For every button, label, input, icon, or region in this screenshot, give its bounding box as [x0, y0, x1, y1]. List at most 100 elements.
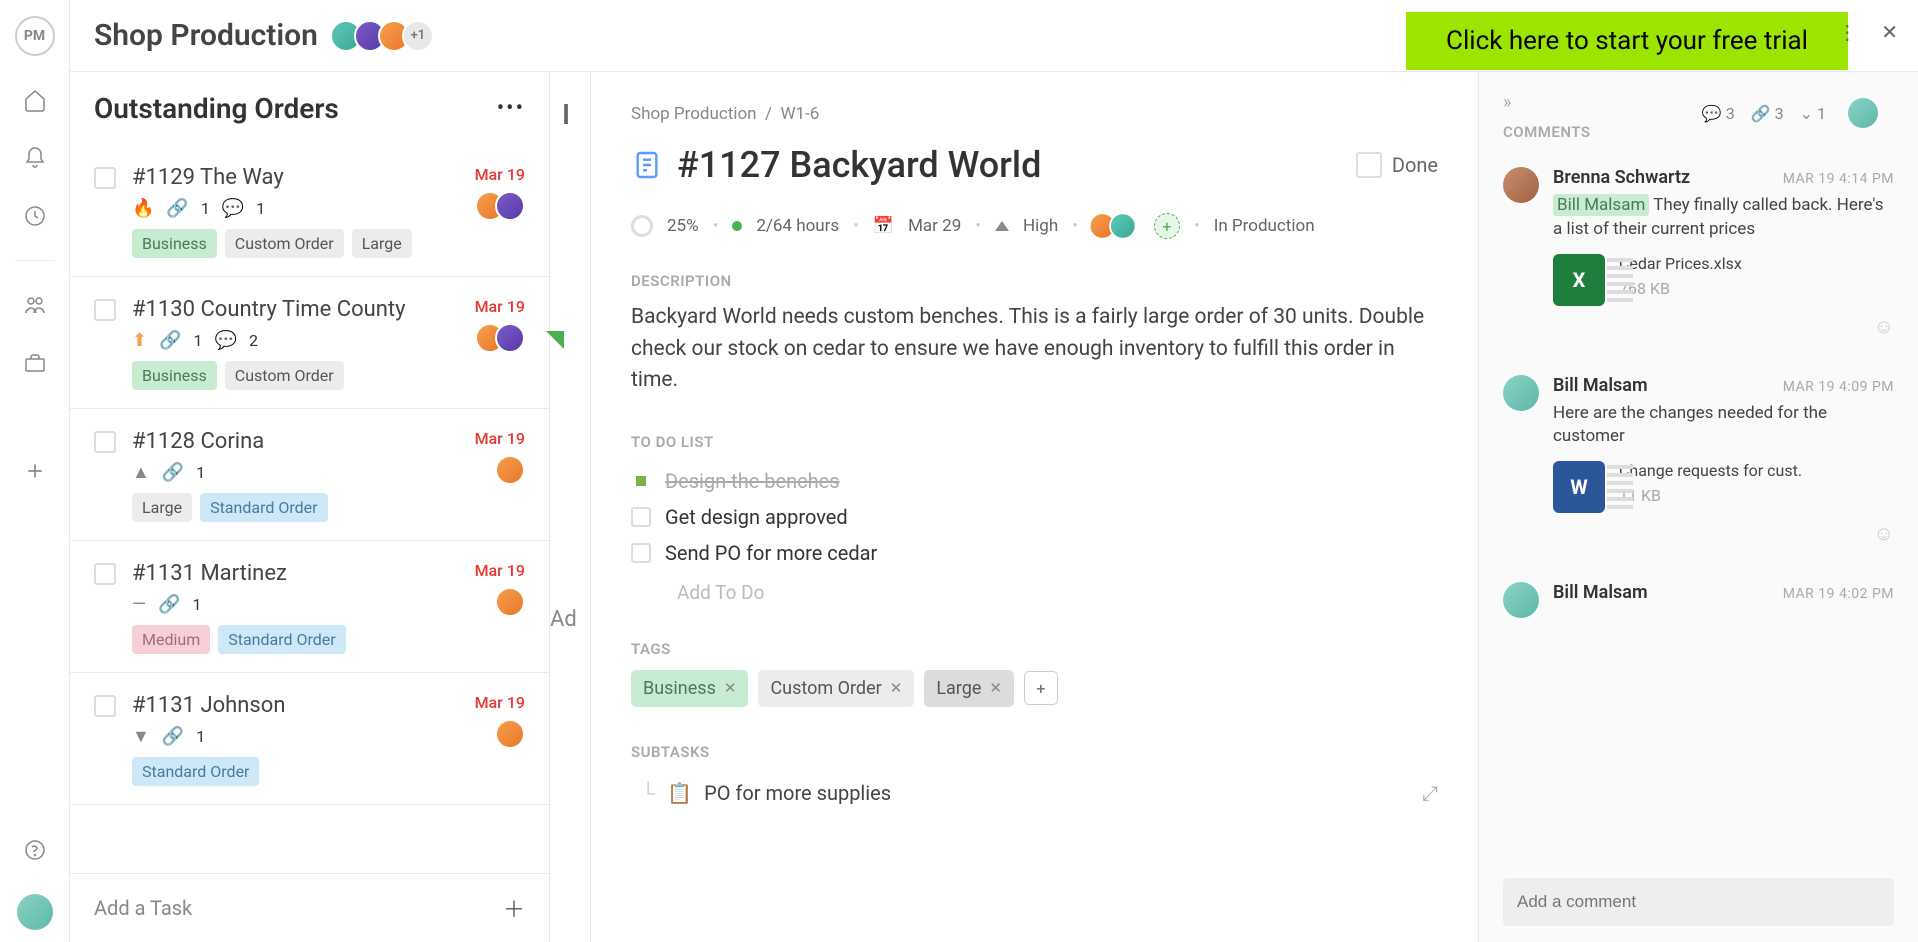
column-title: Outstanding Orders [94, 92, 339, 125]
card-meta: ▼🔗1 [132, 726, 525, 747]
remove-tag-icon[interactable]: ✕ [890, 679, 903, 697]
trial-banner[interactable]: Click here to start your free trial [1406, 12, 1848, 70]
tag[interactable]: Business [132, 361, 217, 390]
task-card[interactable]: #1130 Country Time County ⬆🔗1💬2 Business… [70, 277, 549, 409]
team-icon[interactable] [21, 291, 49, 319]
briefcase-icon[interactable] [21, 349, 49, 377]
comment-time: MAR 19 4:02 PM [1783, 586, 1894, 602]
card-title: #1129 The Way [132, 165, 525, 190]
card-meta: ▲🔗1 [132, 462, 525, 483]
column-more-icon[interactable]: ••• [497, 96, 525, 121]
card-avatars [505, 719, 525, 749]
mention[interactable]: Bill Malsam [1553, 194, 1649, 216]
done-checkbox[interactable] [1356, 152, 1382, 178]
attach-icon: 🔗 [166, 198, 188, 219]
todo-checkbox[interactable] [631, 543, 651, 563]
card-title: #1130 Country Time County [132, 297, 525, 322]
todo-checkbox[interactable] [631, 471, 651, 491]
card-checkbox[interactable] [94, 167, 116, 189]
plus-icon[interactable]: ＋ [503, 892, 525, 924]
task-card[interactable]: #1128 Corina ▲🔗1 LargeStandard Order Mar… [70, 409, 549, 541]
comment-input[interactable] [1503, 878, 1894, 926]
assignee-avatars[interactable] [1096, 212, 1137, 239]
task-card[interactable]: #1131 Johnson ▼🔗1 Standard Order Mar 19 [70, 673, 549, 805]
tag[interactable]: Standard Order [132, 757, 259, 786]
app-logo[interactable]: PM [15, 16, 55, 56]
progress-icon[interactable] [631, 215, 653, 237]
task-detail-panel: Shop Production / W1-6 💬 3 🔗 3 ⌄ 1 #1127… [590, 72, 1918, 942]
tag[interactable]: Standard Order [200, 493, 327, 522]
avatar [495, 587, 525, 617]
todo-item[interactable]: Get design approved [631, 499, 1438, 535]
kanban-column: Outstanding Orders ••• #1129 The Way 🔥🔗1… [70, 72, 550, 942]
card-meta: ⬆🔗1💬2 [132, 330, 525, 351]
subtask-row[interactable]: └ 📋 PO for more supplies ⤢ [631, 773, 1438, 814]
card-title: #1131 Johnson [132, 693, 525, 718]
tag[interactable]: Custom Order ✕ [758, 670, 914, 707]
remove-tag-icon[interactable]: ✕ [989, 679, 1002, 697]
more-menu-icon[interactable]: ⋮ [1837, 20, 1857, 44]
comment-text: Bill Malsam They finally called back. He… [1553, 194, 1894, 242]
comment-item: Bill MalsamMAR 19 4:09 PMHere are the ch… [1503, 357, 1894, 565]
react-icon[interactable]: ☺ [1553, 306, 1894, 339]
todo-item[interactable]: Design the benches [631, 463, 1438, 499]
add-tag-button[interactable]: + [1024, 671, 1058, 705]
close-icon[interactable]: ✕ [1881, 20, 1898, 44]
tag[interactable]: Standard Order [218, 625, 345, 654]
tag[interactable]: Large ✕ [924, 670, 1014, 707]
card-checkbox[interactable] [94, 563, 116, 585]
avatar [495, 323, 525, 353]
tag[interactable]: Custom Order [225, 361, 344, 390]
home-icon[interactable] [21, 86, 49, 114]
attachment[interactable]: W Change requests for cust.11 KB [1553, 461, 1894, 513]
add-todo-input[interactable]: Add To Do [631, 571, 1438, 604]
bell-icon[interactable] [21, 144, 49, 172]
avatar [1503, 167, 1539, 203]
card-checkbox[interactable] [94, 299, 116, 321]
card-title: #1131 Martinez [132, 561, 525, 586]
avatar [1109, 212, 1136, 239]
task-description[interactable]: Backyard World needs custom benches. Thi… [631, 302, 1438, 397]
add-icon[interactable] [21, 457, 49, 485]
attach-icon: 🔗 [162, 726, 184, 747]
card-date: Mar 19 [475, 561, 525, 580]
file-icon: X [1553, 254, 1605, 306]
expand-icon[interactable]: ⤢ [1422, 781, 1438, 805]
card-checkbox[interactable] [94, 431, 116, 453]
card-date: Mar 19 [475, 165, 525, 184]
remove-tag-icon[interactable]: ✕ [724, 679, 737, 697]
progress-value[interactable]: 25% [667, 216, 699, 236]
project-title: Shop Production [94, 18, 318, 53]
react-icon[interactable]: ☺ [1553, 513, 1894, 546]
member-avatars[interactable]: +1 [338, 20, 434, 52]
add-task-row[interactable]: Add a Task ＋ [70, 873, 549, 942]
help-icon[interactable] [21, 836, 49, 864]
due-date[interactable]: Mar 29 [908, 216, 961, 236]
task-card[interactable]: #1131 Martinez —🔗1 MediumStandard Order … [70, 541, 549, 673]
add-assignee-icon[interactable]: + [1154, 213, 1180, 239]
attachment[interactable]: X Cedar Prices.xlsx768 KB [1553, 254, 1894, 306]
left-rail: PM [0, 0, 70, 942]
file-icon: W [1553, 461, 1605, 513]
tag[interactable]: Large [352, 229, 412, 258]
hours-value[interactable]: 2/64 hours [756, 216, 839, 236]
status-value[interactable]: In Production [1214, 216, 1315, 236]
card-meta: —🔗1 [132, 594, 525, 615]
card-checkbox[interactable] [94, 695, 116, 717]
hours-dot-icon [732, 221, 742, 231]
priority-value[interactable]: High [1023, 216, 1058, 236]
todo-item[interactable]: Send PO for more cedar [631, 535, 1438, 571]
tag[interactable]: Business [132, 229, 217, 258]
todo-checkbox[interactable] [631, 507, 651, 527]
task-title[interactable]: #1127 Backyard World [677, 144, 1356, 186]
clock-icon[interactable] [21, 202, 49, 230]
tag[interactable]: Custom Order [225, 229, 344, 258]
section-todo-label: TO DO LIST [631, 433, 1438, 451]
tag[interactable]: Business ✕ [631, 670, 748, 707]
task-card[interactable]: #1129 The Way 🔥🔗1💬1 BusinessCustom Order… [70, 145, 549, 277]
user-avatar[interactable] [17, 894, 53, 930]
comment-time: MAR 19 4:09 PM [1783, 379, 1894, 395]
tag[interactable]: Large [132, 493, 192, 522]
avatar [495, 455, 525, 485]
tag[interactable]: Medium [132, 625, 210, 654]
